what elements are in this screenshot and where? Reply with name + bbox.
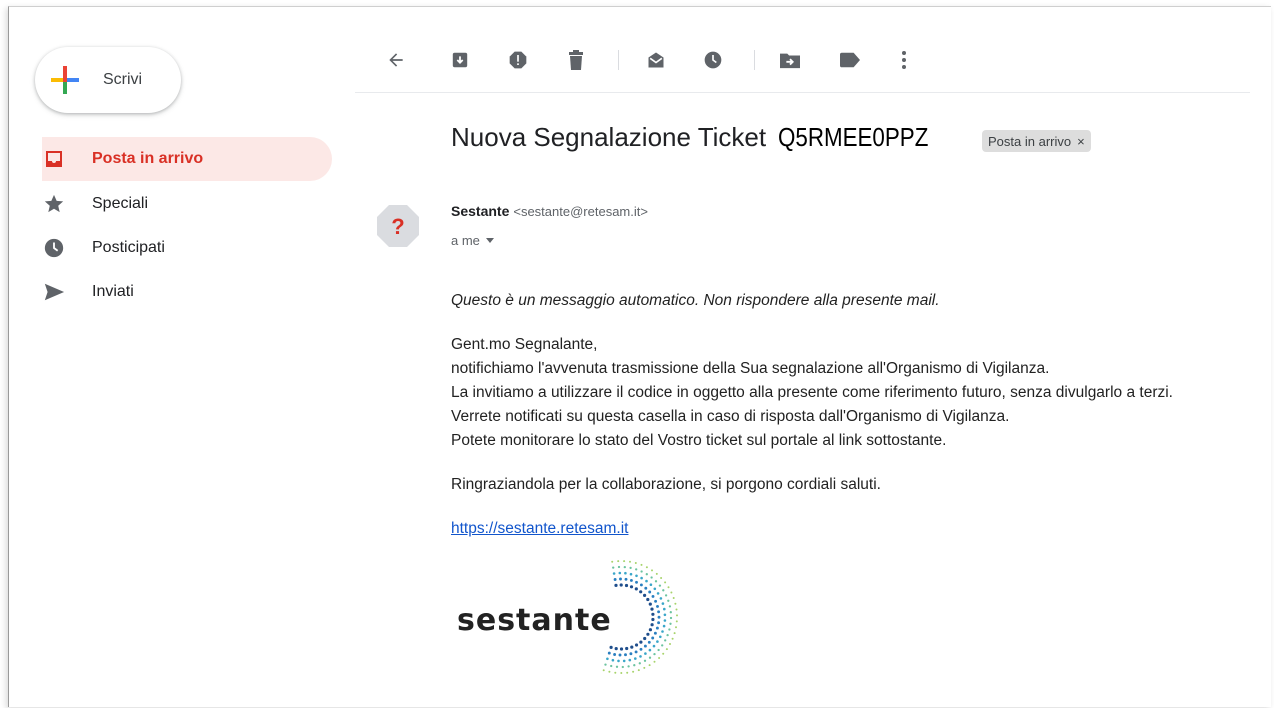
- body-line: notifichiamo l'avvenuta trasmissione del…: [451, 360, 1050, 377]
- toolbar-divider-line: [355, 92, 1250, 93]
- sidebar-item-sent[interactable]: Inviati: [42, 270, 134, 314]
- sidebar-item-label: Posticipati: [92, 239, 165, 256]
- mark-unread-icon[interactable]: [638, 42, 674, 78]
- label-chip-text: Posta in arrivo: [988, 133, 1072, 149]
- sidebar-item-snoozed[interactable]: Posticipati: [42, 226, 165, 270]
- plus-icon: [49, 64, 81, 96]
- clock-icon: [42, 236, 66, 260]
- remove-label-icon[interactable]: ×: [1077, 134, 1085, 149]
- sender-line: Sestante <sestante@retesam.it>: [451, 203, 648, 219]
- label-icon[interactable]: [832, 42, 868, 78]
- body-line: Verrete notificati su questa casella in …: [451, 408, 1010, 425]
- logo-wordmark: sestante: [457, 603, 612, 638]
- ticket-code: Q5RMEE0PPZ: [778, 122, 929, 152]
- sestante-logo: sestante: [451, 555, 711, 675]
- sidebar-item-label: Posta in arrivo: [92, 150, 204, 167]
- sender-name[interactable]: Sestante: [451, 203, 509, 219]
- send-icon: [42, 280, 66, 304]
- star-icon: [42, 192, 66, 216]
- more-vert-icon[interactable]: [886, 42, 922, 78]
- inbox-icon: [42, 147, 66, 171]
- sidebar-item-label: Inviati: [92, 283, 134, 300]
- move-to-icon[interactable]: [772, 42, 808, 78]
- recipient-details[interactable]: a me: [451, 233, 494, 248]
- auto-notice: Questo è un messaggio automatico. Non ri…: [451, 292, 940, 309]
- body-line: La invitiamo a utilizzare il codice in o…: [451, 384, 1173, 401]
- toolbar-divider: [618, 50, 619, 70]
- email-body: Questo è un messaggio automatico. Non ri…: [451, 289, 1173, 541]
- body-line: Potete monitorare lo stato del Vostro ti…: [451, 432, 947, 449]
- sender-email: <sestante@retesam.it>: [513, 204, 648, 219]
- svg-text:?: ?: [391, 214, 404, 239]
- compose-label: Scrivi: [103, 71, 143, 88]
- portal-link[interactable]: https://sestante.retesam.it: [451, 520, 628, 537]
- closing-line: Ringraziandola per la collaborazione, si…: [451, 476, 881, 493]
- subject-text: Nuova Segnalazione Ticket: [451, 122, 767, 152]
- report-spam-icon[interactable]: [500, 42, 536, 78]
- recipient-text: a me: [451, 233, 480, 248]
- sidebar-item-starred[interactable]: Speciali: [42, 182, 148, 226]
- sidebar-item-label: Speciali: [92, 195, 149, 212]
- back-arrow-icon[interactable]: [378, 42, 414, 78]
- delete-icon[interactable]: [558, 42, 594, 78]
- sidebar-item-inbox[interactable]: Posta in arrivo: [42, 137, 203, 181]
- chevron-down-icon[interactable]: [485, 238, 494, 243]
- greeting: Gent.mo Segnalante,: [451, 336, 598, 353]
- compose-button[interactable]: Scrivi: [35, 47, 181, 113]
- snooze-icon[interactable]: [695, 42, 731, 78]
- archive-icon[interactable]: [442, 42, 478, 78]
- email-subject: Nuova Segnalazione Ticket Q5RMEE0PPZ: [451, 122, 953, 153]
- inbox-label-chip[interactable]: Posta in arrivo ×: [982, 130, 1091, 152]
- toolbar-divider: [754, 50, 755, 70]
- sender-avatar-unverified-icon: ?: [375, 203, 421, 249]
